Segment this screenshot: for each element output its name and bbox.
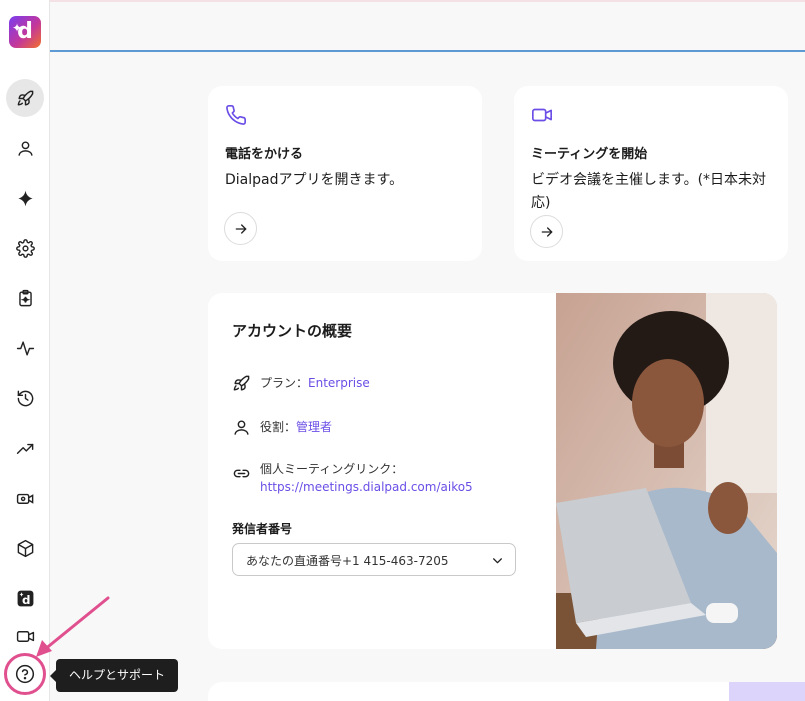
plan-label: プラン： <box>260 376 309 390</box>
rocket-icon <box>233 375 250 391</box>
sidebar-item-ai-playbooks[interactable] <box>6 279 44 317</box>
user-icon <box>234 420 249 435</box>
svg-text:d: d <box>22 593 31 607</box>
chevron-down-icon <box>493 558 502 564</box>
sidebar-item-meetings-settings[interactable] <box>6 479 44 517</box>
next-section-card <box>208 682 805 701</box>
video-icon <box>16 630 34 642</box>
start-meeting-desc: ビデオ会議を主催します。(*日本未対応) <box>531 172 767 211</box>
sidebar-item-video[interactable] <box>6 617 44 655</box>
video-gear-icon <box>16 493 33 504</box>
start-meeting-title: ミーティングを開始 <box>531 147 648 162</box>
role-label: 役割： <box>260 420 297 434</box>
dialpad-logo[interactable]: ✦ d <box>9 16 41 48</box>
phone-icon <box>226 105 246 125</box>
caller-id-label: 発信者番号 <box>232 522 293 536</box>
rocket-icon <box>17 90 33 106</box>
make-call-title: 電話をかける <box>225 147 304 162</box>
caller-id-value: あなたの直通番号+1 415-463-7205 <box>246 554 449 568</box>
sidebar-item-analytics[interactable] <box>6 429 44 467</box>
sidebar-item-get-started[interactable] <box>6 79 44 117</box>
meeting-link-label: 個人ミーティングリンク： <box>260 462 404 476</box>
link-icon <box>233 469 250 478</box>
promo-banner-edge <box>729 682 805 701</box>
history-icon <box>17 390 33 406</box>
clipboard-sparkle-icon <box>18 289 32 306</box>
help-icon <box>15 664 35 684</box>
dialpad-app-icon: d <box>17 590 33 607</box>
make-call-desc: Dialpadアプリを開きます。 <box>225 172 404 188</box>
sidebar-item-integrations[interactable] <box>6 529 44 567</box>
start-meeting-card[interactable]: ミーティングを開始 ビデオ会議を主催します。(*日本未対応) <box>514 86 788 261</box>
sidebar-item-live-activity[interactable] <box>6 329 44 367</box>
sparkle-icon: ✦ <box>12 21 23 35</box>
help-button[interactable] <box>4 653 46 695</box>
sidebar-item-settings[interactable] <box>6 229 44 267</box>
sidebar: ✦ d d <box>0 0 50 701</box>
role-link[interactable]: 管理者 <box>296 420 332 434</box>
account-overview-card: アカウントの概要 プラン：Enterprise 役割：管理者 個人ミーティングリ… <box>208 293 777 649</box>
top-border <box>0 0 805 2</box>
cube-icon <box>17 539 33 557</box>
help-tooltip: ヘルプとサポート <box>49 659 179 692</box>
sidebar-item-users[interactable] <box>6 129 44 167</box>
make-call-card[interactable]: 電話をかける Dialpadアプリを開きます。 <box>208 86 482 261</box>
arrow-right-icon <box>541 226 552 237</box>
gear-icon <box>15 238 35 258</box>
make-call-arrow-button[interactable] <box>224 212 257 245</box>
start-meeting-arrow-button[interactable] <box>530 215 563 248</box>
user-icon <box>17 140 33 156</box>
sidebar-item-ai[interactable] <box>6 179 44 217</box>
account-overview-title: アカウントの概要 <box>232 322 353 340</box>
video-icon <box>532 108 552 122</box>
arrow-right-icon <box>235 223 246 234</box>
woman-with-laptop-image <box>556 293 777 649</box>
sparkle-icon <box>17 190 33 206</box>
trending-up-icon <box>16 443 33 454</box>
sidebar-item-dialpad-app[interactable]: d <box>6 579 44 617</box>
meeting-link-url[interactable]: https://meetings.dialpad.com/aiko5 <box>260 478 473 496</box>
plan-link[interactable]: Enterprise <box>308 376 370 390</box>
sidebar-item-history[interactable] <box>6 379 44 417</box>
header-divider <box>50 50 805 52</box>
activity-icon <box>16 340 34 356</box>
caller-id-select[interactable]: あなたの直通番号+1 415-463-7205 <box>232 543 516 576</box>
